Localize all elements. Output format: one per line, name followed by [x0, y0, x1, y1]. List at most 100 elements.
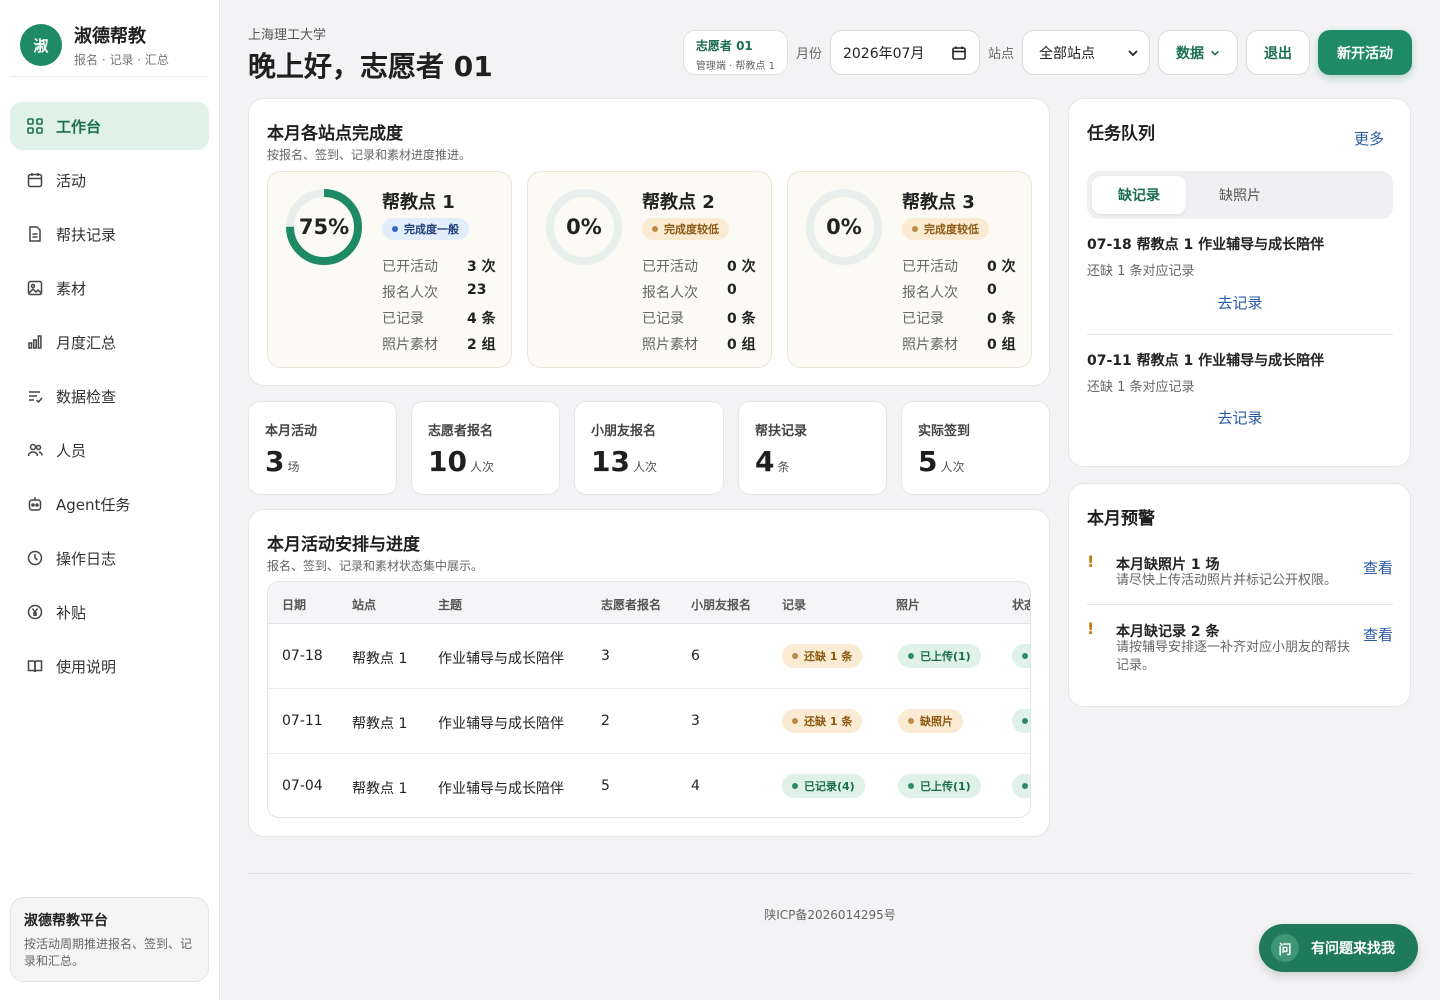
brand-logo: 淑	[20, 24, 62, 66]
question-icon: 问	[1271, 934, 1299, 962]
dashboard-icon	[27, 118, 43, 134]
activity-status-badge	[1012, 774, 1030, 798]
view-link[interactable]: 查看	[1363, 557, 1393, 578]
schedule-table[interactable]: 日期 站点 主题 志愿者报名 小朋友报名 记录 照片 状态 07-18 帮教点 …	[267, 581, 1031, 818]
site-card[interactable]: 75% 帮教点 1 完成度一般 已开活动 3 次 报名人次 23 已记录 4 条 照片…	[267, 171, 512, 368]
schedule-title: 本月活动安排与进度	[267, 535, 420, 555]
record-status-badge: 已记录(4)	[782, 774, 865, 798]
sidebar-item-materials[interactable]: 素材	[10, 264, 209, 312]
site-select[interactable]: 全部站点	[1022, 30, 1150, 75]
site-stat-row: 报名人次 0	[642, 282, 737, 301]
brand-divider	[10, 76, 209, 77]
month-picker[interactable]: 2026年07月	[829, 30, 980, 75]
task-desc: 还缺 1 条对应记录	[1087, 264, 1195, 279]
sidebar-item-label: 补贴	[56, 603, 87, 622]
completion-title: 本月各站点完成度	[267, 124, 403, 144]
robot-icon	[28, 497, 42, 511]
brand[interactable]: 淑 淑德帮教 报名 · 记录 · 汇总	[20, 22, 169, 68]
chevron-down-icon	[1128, 49, 1138, 56]
task-queue-more-link[interactable]: 更多	[1354, 128, 1384, 149]
list-check-icon	[29, 391, 43, 404]
sidebar-item-subsidy[interactable]: 补贴	[10, 588, 209, 636]
page-header: 上海理工大学 晚上好，志愿者 01	[248, 24, 493, 85]
bar-chart-icon	[28, 335, 42, 349]
go-record-link[interactable]: 去记录	[1087, 407, 1393, 428]
sidebar-item-label: 数据检查	[56, 387, 117, 406]
sidebar-item-dashboard[interactable]: 工作台	[10, 102, 209, 150]
task-queue-card: 任务队列 更多 缺记录 缺照片 07-18 帮教点 1 作业辅导与成长陪伴 还缺…	[1068, 98, 1411, 467]
school-name: 上海理工大学	[248, 28, 327, 43]
stat-tile-volunteer-signups: 志愿者报名 10 人次	[411, 401, 560, 495]
platform-info-card: 淑德帮教平台 按活动周期推进报名、签到、记录和汇总。	[10, 897, 209, 982]
calendar-icon	[952, 46, 966, 60]
alert-desc: 请按辅导安排逐一补齐对应小朋友的帮扶记录。	[1116, 640, 1351, 673]
alerts-title: 本月预警	[1087, 509, 1155, 529]
sidebar-item-label: Agent任务	[56, 495, 131, 514]
image-icon	[27, 280, 43, 296]
go-record-link[interactable]: 去记录	[1087, 292, 1393, 313]
schedule-subtitle: 报名、签到、记录和素材状态集中展示。	[267, 559, 484, 573]
task-item: 07-11 帮教点 1 作业辅导与成长陪伴 还缺 1 条对应记录 去记录	[1087, 350, 1393, 427]
alert-title: 本月缺照片 1 场	[1116, 557, 1220, 573]
sidebar-item-label: 工作台	[56, 117, 102, 136]
user-badge[interactable]: 志愿者 01 管理端 · 帮教点 1	[682, 30, 788, 75]
sidebar-item-operation-log[interactable]: 操作日志	[10, 534, 209, 582]
tab-missing-photos[interactable]: 缺照片	[1193, 176, 1287, 214]
stat-tile-records: 帮扶记录 4条	[738, 401, 887, 495]
chevron-down-icon	[1211, 50, 1219, 56]
calendar-icon	[27, 173, 43, 188]
table-row[interactable]: 07-04 帮教点 1 作业辅导与成长陪伴 5 4 已记录(4) 已上传(1)	[268, 754, 1030, 817]
view-link[interactable]: 查看	[1363, 624, 1393, 645]
footer-icp[interactable]: 陕ICP备2026014295号	[248, 906, 1412, 923]
task-title: 07-18 帮教点 1 作业辅导与成长陪伴	[1087, 237, 1325, 253]
site-name: 帮教点 2	[642, 192, 715, 213]
task-queue-title: 任务队列	[1087, 124, 1155, 144]
document-icon	[29, 226, 41, 242]
tab-missing-records[interactable]: 缺记录	[1092, 176, 1186, 214]
completion-percent: 0%	[826, 215, 862, 239]
site-stat-row: 照片素材 0 组	[902, 337, 1016, 353]
monthly-alerts-card: 本月预警 ! 本月缺照片 1 场 请尽快上传活动照片并标记公开权限。 查看 ! …	[1068, 483, 1411, 707]
site-stat-row: 照片素材 0 组	[642, 337, 756, 353]
sidebar-item-agent-tasks[interactable]: Agent任务	[10, 480, 209, 528]
sidebar-item-activities[interactable]: 活动	[10, 156, 209, 204]
header-controls: 志愿者 01 管理端 · 帮教点 1 月份 2026年07月 站点 全部站点 数…	[682, 30, 1412, 75]
sidebar-item-records[interactable]: 帮扶记录	[10, 210, 209, 258]
site-select-value: 全部站点	[1039, 45, 1095, 62]
site-stat-row: 已开活动 0 次	[902, 259, 1016, 275]
photo-status-badge: 已上传(1)	[898, 774, 981, 798]
site-stat-row: 已开活动 3 次	[382, 259, 496, 275]
stat-tile-checkins: 实际签到 5 人次	[901, 401, 1050, 495]
site-card[interactable]: 0% 帮教点 2 完成度较低 已开活动 0 次 报名人次 0 已记录 0 条 照片素材…	[527, 171, 772, 368]
alert-divider	[1087, 604, 1393, 605]
site-stat-row: 已记录 0 条	[902, 311, 1016, 327]
table-row[interactable]: 07-18 帮教点 1 作业辅导与成长陪伴 3 6 还缺 1 条 已上传(1)	[268, 624, 1030, 689]
clock-icon	[27, 550, 43, 566]
sidebar-item-guide[interactable]: 使用说明	[10, 642, 209, 690]
sidebar-item-people[interactable]: 人员	[10, 426, 209, 474]
sidebar-item-label: 使用说明	[56, 657, 117, 676]
stat-tile-activities: 本月活动 3场	[248, 401, 397, 495]
logout-button[interactable]: 退出	[1246, 30, 1310, 75]
alert-desc: 请尽快上传活动照片并标记公开权限。	[1116, 573, 1338, 588]
task-item: 07-18 帮教点 1 作业辅导与成长陪伴 还缺 1 条对应记录 去记录	[1087, 234, 1393, 312]
data-menu-button[interactable]: 数据	[1158, 30, 1238, 75]
status-badge: 完成度较低	[902, 218, 989, 240]
stat-tile-kid-signups: 小朋友报名 13 人次	[574, 401, 724, 495]
site-label: 站点	[987, 47, 1014, 62]
sidebar-item-monthly-summary[interactable]: 月度汇总	[10, 318, 209, 366]
site-stat-row: 已记录 0 条	[642, 311, 756, 327]
sidebar-item-data-check[interactable]: 数据检查	[10, 372, 209, 420]
site-stat-row: 报名人次 0	[902, 282, 997, 301]
help-button[interactable]: 问 有问题来找我	[1259, 924, 1418, 972]
record-status-badge: 还缺 1 条	[782, 709, 863, 733]
site-card[interactable]: 0% 帮教点 3 完成度较低 已开活动 0 次 报名人次 0 已记录 0 条 照片素材…	[787, 171, 1032, 368]
brand-title: 淑德帮教	[74, 26, 146, 47]
data-menu-label: 数据	[1176, 45, 1204, 62]
completion-subtitle: 按报名、签到、记录和素材进度推进。	[267, 148, 472, 162]
sidebar-item-label: 素材	[56, 279, 87, 298]
platform-desc: 按活动周期推进报名、签到、记录和汇总。	[24, 937, 193, 968]
sidebar: 淑 淑德帮教 报名 · 记录 · 汇总 工作台 活动 帮扶记录 素材 月度汇总	[0, 0, 220, 1000]
new-activity-button[interactable]: 新开活动	[1318, 30, 1412, 75]
table-row[interactable]: 07-11 帮教点 1 作业辅导与成长陪伴 2 3 还缺 1 条 缺照片	[268, 689, 1030, 754]
